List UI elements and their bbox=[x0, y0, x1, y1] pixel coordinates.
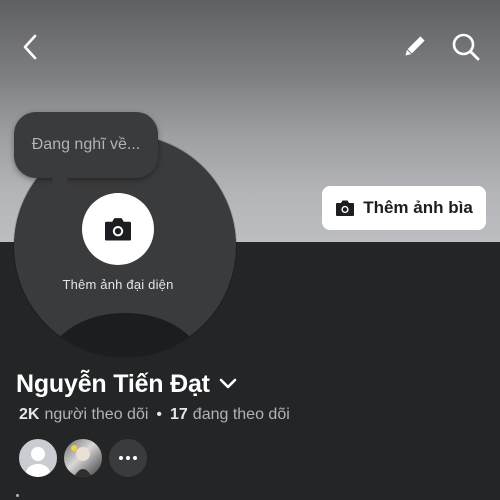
followers-label[interactable]: người theo dõi bbox=[44, 406, 148, 424]
photo-avatar-icon bbox=[71, 445, 92, 477]
more-friends-button[interactable] bbox=[108, 438, 148, 478]
person-icon bbox=[26, 447, 50, 477]
scroll-indicator bbox=[16, 494, 19, 497]
following-count[interactable]: 17 bbox=[170, 406, 188, 424]
followers-count[interactable]: 2K bbox=[19, 406, 39, 424]
chevron-down-icon[interactable] bbox=[218, 377, 238, 391]
friends-avatars bbox=[18, 438, 148, 478]
thought-bubble-tail-small bbox=[68, 188, 76, 196]
pencil-icon bbox=[405, 36, 425, 56]
thought-bubble[interactable]: Đang nghĩ về... bbox=[14, 112, 158, 178]
back-button[interactable] bbox=[14, 30, 46, 64]
more-dots-icon bbox=[119, 456, 137, 460]
stats-separator: • bbox=[156, 406, 162, 423]
edit-button[interactable] bbox=[398, 31, 430, 63]
add-cover-photo-label: Thêm ảnh bìa bbox=[363, 198, 473, 217]
add-cover-photo-button[interactable]: Thêm ảnh bìa bbox=[322, 186, 486, 230]
thought-placeholder: Đang nghĩ về... bbox=[31, 136, 141, 153]
friend-avatar[interactable] bbox=[18, 438, 58, 478]
add-avatar-button[interactable] bbox=[82, 193, 154, 265]
chevron-left-icon bbox=[23, 34, 37, 60]
search-button[interactable] bbox=[448, 29, 484, 65]
camera-icon bbox=[105, 218, 131, 241]
thought-bubble-tail bbox=[52, 174, 68, 190]
profile-name: Nguyễn Tiến Đạt bbox=[16, 369, 210, 398]
profile-name-row[interactable]: Nguyễn Tiến Đạt bbox=[16, 366, 238, 402]
camera-icon bbox=[336, 200, 355, 216]
follow-stats: 2K người theo dõi • 17 đang theo dõi bbox=[19, 405, 290, 425]
add-avatar-label: Thêm ảnh đại diện bbox=[62, 277, 174, 292]
following-label[interactable]: đang theo dõi bbox=[193, 406, 290, 424]
friend-avatar[interactable] bbox=[63, 438, 103, 478]
search-icon bbox=[452, 33, 480, 61]
